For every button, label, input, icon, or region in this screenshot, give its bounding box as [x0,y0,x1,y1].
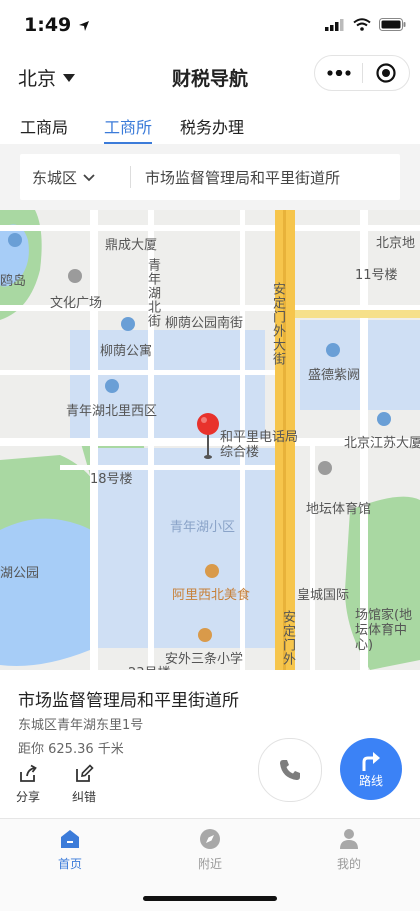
tabbar-home-label: 首页 [57,857,82,871]
map-label-qingnianhubei: 青年湖北街 [145,258,160,328]
status-time-text: 1:49 [24,14,72,36]
call-button[interactable] [258,738,322,802]
share-label: 分享 [15,790,40,804]
map-label-changguan: 场馆家(地坛体育中心) [355,608,413,653]
share-icon [20,764,37,782]
map-label-dingcheng: 鼎成大厦 [105,238,158,253]
turn-right-arrow-icon [362,751,380,771]
tabbar-mine-label: 我的 [336,857,361,871]
map-label-gongyuan: 湖公园 [0,566,40,581]
status-bar: 1:49 [0,0,420,50]
district-label: 东城区 [32,169,78,187]
more-dots-icon [326,70,351,76]
map-label-ditan: 地坛体育馆 [306,502,372,517]
map-label-anding2: 安定门外 [280,610,295,666]
place-address: 东城区青年湖东里1号 [18,718,144,733]
correct-label: 纠错 [71,790,96,804]
chevron-down-icon [83,173,95,181]
map-label-anwai: 安外三条小学 [165,652,244,667]
tabbar-mine[interactable]: 我的 [314,827,384,872]
tabbar-home[interactable]: 首页 [35,827,105,872]
location-arrow-icon [78,20,89,31]
place-info-card: 市场监督管理局和平里街道所 东城区青年湖东里1号 距你 625.36 千米 分享… [0,670,420,820]
tabbar-nearby-label: 附近 [197,857,222,871]
map-label-jiangsu: 北京江苏大厦 [344,436,420,451]
map-label-shengde: 盛德紫阙 [308,368,361,383]
compass-icon [200,829,220,849]
map-label-wenhua: 文化广场 [50,296,103,311]
tabbar-nearby[interactable]: 附近 [175,827,245,872]
map-label-18hao: 18号楼 [90,472,133,487]
district-dropdown[interactable]: 东城区 [32,167,95,188]
map-label-23hao: 23号楼 [128,662,171,670]
map-label-ouisland: 鸥岛 [0,274,27,289]
home-indicator [143,896,277,901]
signal-icon [325,18,344,31]
correct-button[interactable]: 纠错 [64,764,104,805]
map-label-anding1: 安定门外大街 [270,282,285,366]
map-view[interactable]: 鼎成大厦 文化广场 青年湖北街 柳荫公园南街 柳荫公寓 青年湖北里西区 和平里电… [0,210,420,670]
more-button[interactable] [315,70,362,76]
target-close-icon [376,63,396,83]
map-label-alixibei: 阿里西北美食 [172,588,251,603]
status-time: 1:49 [24,14,90,36]
user-icon [340,829,358,849]
tab-shuiwubanli[interactable]: 税务办理 [180,114,244,138]
home-icon [61,830,79,848]
map-label-liuyinnanjie: 柳荫公园南街 [165,316,244,331]
category-tabs: 工商局 工商所 税务办理 [0,102,420,144]
place-distance: 距你 625.36 千米 [18,742,124,757]
edit-icon [76,764,94,782]
route-button[interactable]: 路线 [340,738,402,800]
tab-gongshangju[interactable]: 工商局 [20,114,68,138]
filter-divider [130,166,131,188]
tab-gongshangsuo[interactable]: 工商所 [104,114,152,138]
map-label-liuyingongyu: 柳荫公寓 [100,344,153,359]
share-button[interactable]: 分享 [8,764,48,805]
phone-icon [280,760,300,780]
filter-bar: 东城区 市场监督管理局和平里街道所 [0,144,420,210]
nav-bar: 北京 财税导航 [0,50,420,102]
route-label: 路线 [358,773,383,788]
battery-icon [379,18,406,31]
miniprogram-capsule [314,55,410,91]
map-label-beijingnorth: 北京地 [376,236,416,251]
map-label-huangcheng: 皇城国际 [297,588,350,603]
map-label-11hao: 11号楼 [355,268,398,283]
map-label-qingnianhuxiaoqu: 青年湖小区 [170,520,236,535]
status-icons [325,18,406,31]
wifi-icon [353,18,371,31]
filter-box: 东城区 市场监督管理局和平里街道所 [20,154,400,200]
map-label-qingnianhubeilixi: 青年湖北里西区 [66,404,158,419]
close-miniprogram-button[interactable] [363,62,409,84]
map-label-hepingli: 和平里电话局综合楼 [220,430,299,460]
office-selector[interactable]: 市场监督管理局和平里街道所 [145,167,340,188]
place-name: 市场监督管理局和平里街道所 [18,691,239,711]
